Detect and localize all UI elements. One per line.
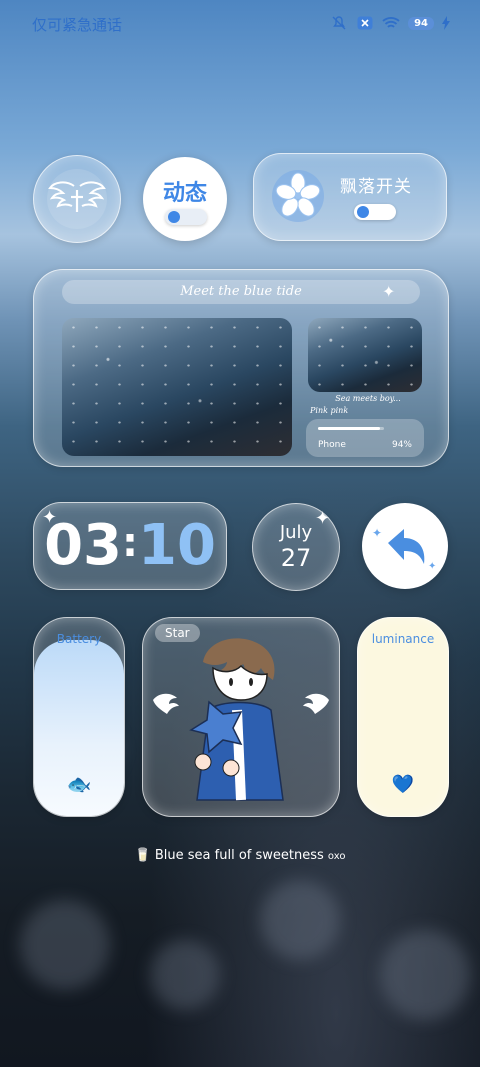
dynamic-label: 动态 — [162, 181, 207, 206]
day-label: 27 — [280, 544, 312, 572]
photo-subcaption: Pink pink — [310, 406, 349, 415]
petal-toggle[interactable] — [354, 204, 396, 220]
angel-wings-widget[interactable] — [33, 155, 121, 243]
phone-battery-card: Phone 94% — [306, 419, 424, 457]
sakura-icon — [272, 170, 324, 222]
sea-photo-small[interactable] — [308, 318, 422, 392]
back-button[interactable]: ✦ ✦ — [362, 503, 448, 589]
footer-label: Blue sea full of sweetness — [154, 848, 324, 863]
reply-arrow-icon: ✦ ✦ — [372, 526, 436, 572]
clock-time: 03:10 — [34, 513, 226, 578]
battery-icon: 94 — [408, 16, 434, 30]
phone-level-fill — [318, 427, 381, 430]
sea-photo-large[interactable] — [62, 318, 292, 456]
charging-icon — [442, 14, 450, 32]
month-label: July — [279, 522, 313, 543]
luminance-widget[interactable]: luminance 💙 — [357, 617, 449, 817]
wifi-icon — [382, 14, 400, 32]
emergency-calls-text: 仅可紧急通话 — [32, 16, 123, 34]
blue-heart-icon: 💙 — [391, 774, 415, 795]
clock-minutes: 10 — [138, 513, 216, 578]
date-widget: ✦ July 27 — [252, 503, 340, 591]
petal-label: 飘落开关 — [340, 177, 412, 197]
bokeh — [380, 930, 470, 1020]
phone-percent: 94% — [391, 440, 412, 450]
clock-hours: 03 — [44, 513, 122, 578]
status-icons: 94 — [330, 14, 450, 32]
svg-text:✦: ✦ — [372, 526, 382, 540]
bokeh — [260, 880, 340, 960]
photo-caption: Sea meets boy... — [335, 394, 401, 403]
dynamic-toggle-widget[interactable]: 动态 — [143, 157, 227, 241]
banner-title: Meet the blue tide — [180, 284, 302, 299]
battery-widget: Battery 🐟 — [33, 617, 125, 817]
bokeh — [150, 940, 220, 1010]
cup-icon: 🥛 — [134, 848, 151, 863]
luminance-label: luminance — [371, 632, 435, 646]
status-bar: 仅可紧急通话 94 — [0, 0, 480, 48]
close-box-icon — [356, 14, 374, 32]
battery-label: Battery — [56, 632, 102, 646]
star-character-widget[interactable]: Star — [142, 617, 340, 817]
mute-icon — [330, 14, 348, 32]
character-illustration — [153, 638, 329, 801]
banner-title-bar: Meet the blue tide — [62, 280, 420, 304]
bokeh — [20, 900, 110, 990]
petal-fall-widget[interactable]: 飘落开关 — [253, 153, 447, 241]
angel-wings-icon — [47, 169, 107, 229]
sparkle-icon: ✦ — [382, 282, 396, 301]
fish-icon: 🐟 — [66, 772, 92, 796]
clock-widget: ✦ 03:10 — [33, 502, 227, 590]
clock-separator: : — [122, 520, 138, 566]
blue-tide-widget[interactable]: Meet the blue tide ✦ Sea meets boy... Pi… — [33, 269, 449, 467]
phone-label: Phone — [318, 440, 346, 450]
dynamic-toggle[interactable] — [165, 209, 207, 225]
svg-text:✦: ✦ — [428, 561, 436, 572]
footer-suffix: oxo — [327, 851, 346, 862]
footer-text: 🥛 Blue sea full of sweetness oxo — [0, 848, 480, 863]
phone-level-bar — [318, 427, 384, 430]
